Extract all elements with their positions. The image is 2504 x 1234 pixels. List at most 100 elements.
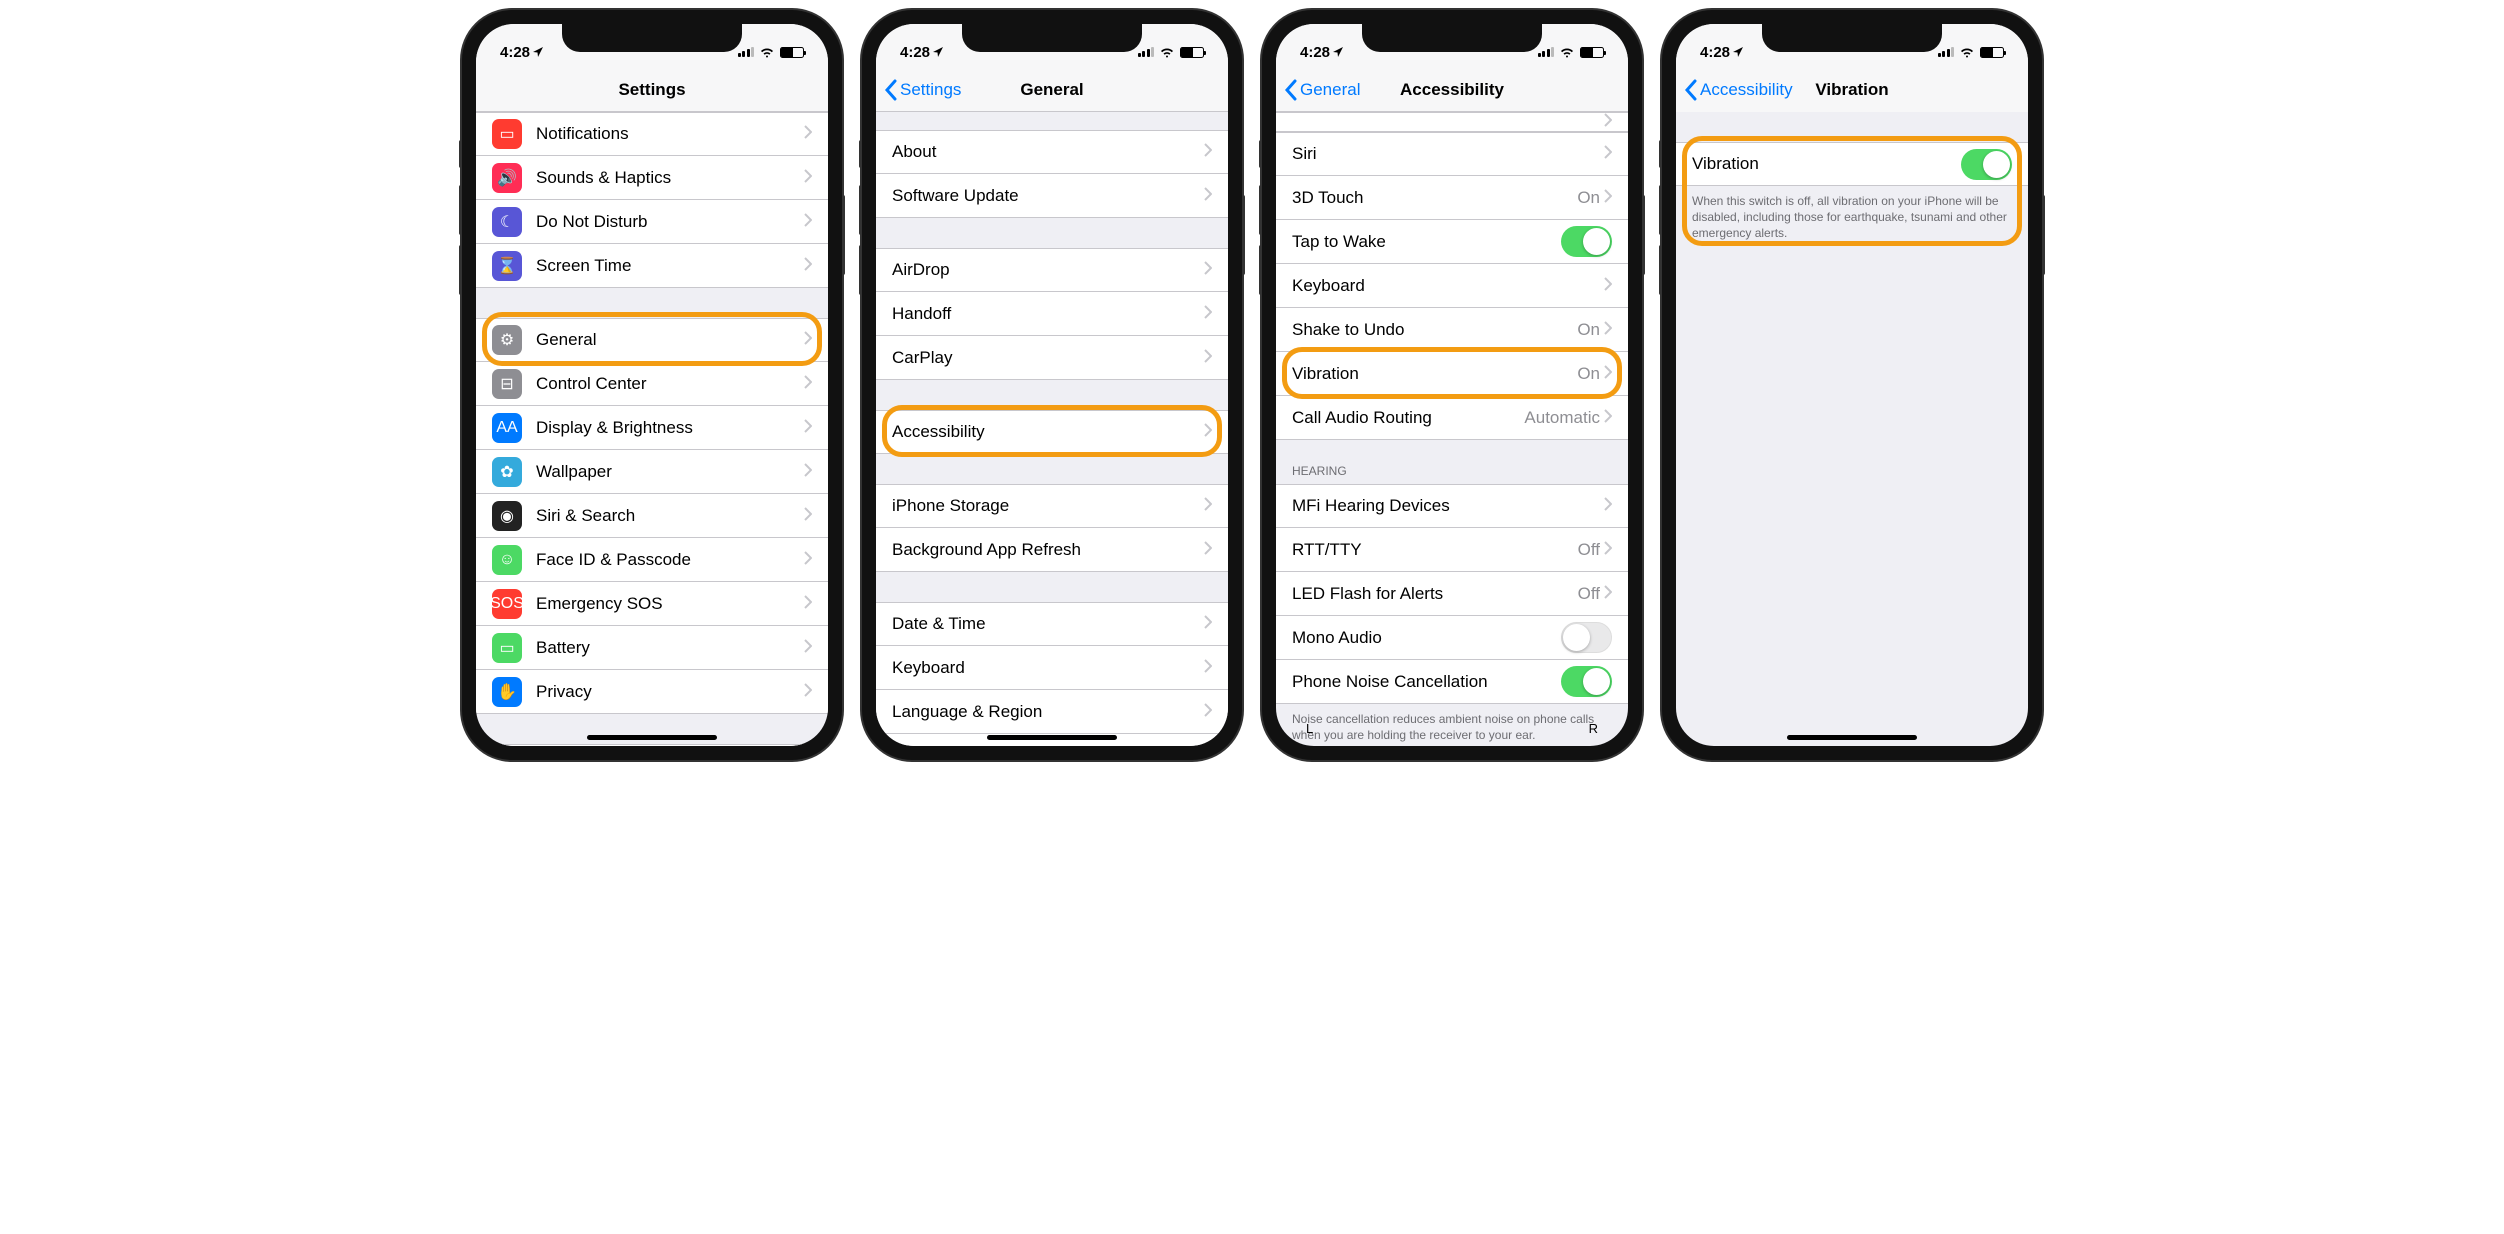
row-label: Call Audio Routing	[1292, 408, 1524, 428]
settings-row-emergency-sos[interactable]: SOS Emergency SOS	[476, 582, 828, 626]
chevron-right-icon	[804, 506, 812, 526]
chevron-right-icon	[1204, 702, 1212, 722]
row-label: Background App Refresh	[892, 540, 1204, 560]
row-label: Shake to Undo	[1292, 320, 1577, 340]
settings-row-vibration[interactable]: Vibration	[1676, 142, 2028, 186]
privacy-icon: ✋	[492, 677, 522, 707]
notch	[562, 24, 742, 52]
settings-row-partial[interactable]	[1276, 112, 1628, 132]
settings-row-background-app-refresh[interactable]: Background App Refresh	[876, 528, 1228, 572]
battery-icon: ▭	[492, 633, 522, 663]
row-label: Handoff	[892, 304, 1204, 324]
toggle-switch[interactable]	[1561, 622, 1612, 653]
settings-row-siri-search[interactable]: ◉Siri & Search	[476, 494, 828, 538]
notifications-icon: ▭	[492, 119, 522, 149]
row-label: iPhone Storage	[892, 496, 1204, 516]
chevron-right-icon	[1204, 614, 1212, 634]
row-label: Control Center	[536, 374, 804, 394]
toggle-switch[interactable]	[1561, 226, 1612, 257]
settings-row-date-time[interactable]: Date & Time	[876, 602, 1228, 646]
settings-row-about[interactable]: About	[876, 130, 1228, 174]
nav-bar: Settings General	[876, 68, 1228, 112]
settings-row-led-flash-for-alerts[interactable]: LED Flash for AlertsOff	[1276, 572, 1628, 616]
settings-row-screen-time[interactable]: ⌛Screen Time	[476, 244, 828, 288]
chevron-right-icon	[1604, 276, 1612, 296]
settings-row-notifications[interactable]: ▭ Notifications	[476, 112, 828, 156]
faceid-icon: ☺	[492, 545, 522, 575]
back-button[interactable]: General	[1284, 79, 1360, 101]
chevron-right-icon	[1204, 304, 1212, 324]
settings-row-sounds-haptics[interactable]: 🔊Sounds & Haptics	[476, 156, 828, 200]
back-button[interactable]: Accessibility	[1684, 79, 1793, 101]
row-label: Screen Time	[536, 256, 804, 276]
settings-row-rtt-tty[interactable]: RTT/TTYOff	[1276, 528, 1628, 572]
settings-row-keyboard[interactable]: Keyboard	[876, 646, 1228, 690]
chevron-right-icon	[804, 594, 812, 614]
chevron-right-icon	[804, 638, 812, 658]
controlCenter-icon: ⊟	[492, 369, 522, 399]
settings-row-display-brightness[interactable]: AADisplay & Brightness	[476, 406, 828, 450]
chevron-right-icon	[804, 374, 812, 394]
chevron-right-icon	[1204, 348, 1212, 368]
phone-frame-2: 4:28 Settings General AboutSoftware Upda…	[862, 10, 1242, 760]
chevron-right-icon	[804, 212, 812, 232]
toggle-switch[interactable]	[1961, 149, 2012, 180]
page-title: Accessibility	[1400, 80, 1504, 100]
settings-row-face-id-passcode[interactable]: ☺ Face ID & Passcode	[476, 538, 828, 582]
row-label: Date & Time	[892, 614, 1204, 634]
general-icon: ⚙	[492, 325, 522, 355]
phone-frame-1: 4:28 Settings ▭Notifications🔊Sounds & Ha…	[462, 10, 842, 760]
chevron-right-icon	[1204, 186, 1212, 206]
nav-bar: General Accessibility	[1276, 68, 1628, 112]
row-label: Notifications	[536, 124, 804, 144]
settings-row-privacy[interactable]: ✋ Privacy	[476, 670, 828, 714]
settings-row-accessibility[interactable]: Accessibility	[876, 410, 1228, 454]
row-label: Dictionary	[892, 746, 1204, 747]
home-indicator[interactable]	[987, 735, 1117, 740]
row-detail: On	[1577, 364, 1600, 384]
chevron-right-icon	[1604, 364, 1612, 384]
settings-row-phone-noise-cancellation[interactable]: Phone Noise Cancellation	[1276, 660, 1628, 704]
settings-row-shake-to-undo[interactable]: Shake to UndoOn	[1276, 308, 1628, 352]
settings-row-mono-audio[interactable]: Mono Audio	[1276, 616, 1628, 660]
settings-row-handoff[interactable]: Handoff	[876, 292, 1228, 336]
home-indicator[interactable]	[1787, 735, 1917, 740]
settings-row-control-center[interactable]: ⊟ Control Center	[476, 362, 828, 406]
row-label: Emergency SOS	[536, 594, 804, 614]
settings-row-software-update[interactable]: Software Update	[876, 174, 1228, 218]
page-title: Settings	[618, 80, 685, 100]
row-label: Sounds & Haptics	[536, 168, 804, 188]
settings-row-wallpaper[interactable]: ✿Wallpaper	[476, 450, 828, 494]
settings-row-siri[interactable]: Siri	[1276, 132, 1628, 176]
settings-row-language-region[interactable]: Language & Region	[876, 690, 1228, 734]
back-button[interactable]: Settings	[884, 79, 961, 101]
notch	[1362, 24, 1542, 52]
settings-row-mfi-hearing-devices[interactable]: MFi Hearing Devices	[1276, 484, 1628, 528]
row-label: Face ID & Passcode	[536, 550, 804, 570]
home-indicator[interactable]	[587, 735, 717, 740]
row-label: Keyboard	[892, 658, 1204, 678]
settings-row-call-audio-routing[interactable]: Call Audio RoutingAutomatic	[1276, 396, 1628, 440]
row-label: Language & Region	[892, 702, 1204, 722]
chevron-right-icon	[1204, 496, 1212, 516]
settings-row-airdrop[interactable]: AirDrop	[876, 248, 1228, 292]
sos-icon: SOS	[492, 589, 522, 619]
chevron-right-icon	[1204, 746, 1212, 747]
settings-row-keyboard[interactable]: Keyboard	[1276, 264, 1628, 308]
chevron-right-icon	[1604, 584, 1612, 604]
row-label: Privacy	[536, 682, 804, 702]
settings-row-itunes-app-store[interactable]: ⒶiTunes & App Store	[476, 744, 828, 746]
settings-row-battery[interactable]: ▭Battery	[476, 626, 828, 670]
settings-row-vibration[interactable]: VibrationOn	[1276, 352, 1628, 396]
settings-row-iphone-storage[interactable]: iPhone Storage	[876, 484, 1228, 528]
settings-row-general[interactable]: ⚙General	[476, 318, 828, 362]
row-label: RTT/TTY	[1292, 540, 1578, 560]
settings-row-3d-touch[interactable]: 3D TouchOn	[1276, 176, 1628, 220]
toggle-switch[interactable]	[1561, 666, 1612, 697]
chevron-right-icon	[1604, 408, 1612, 428]
settings-row-do-not-disturb[interactable]: ☾Do Not Disturb	[476, 200, 828, 244]
settings-row-carplay[interactable]: CarPlay	[876, 336, 1228, 380]
dnd-icon: ☾	[492, 207, 522, 237]
settings-row-tap-to-wake[interactable]: Tap to Wake	[1276, 220, 1628, 264]
row-label: AirDrop	[892, 260, 1204, 280]
